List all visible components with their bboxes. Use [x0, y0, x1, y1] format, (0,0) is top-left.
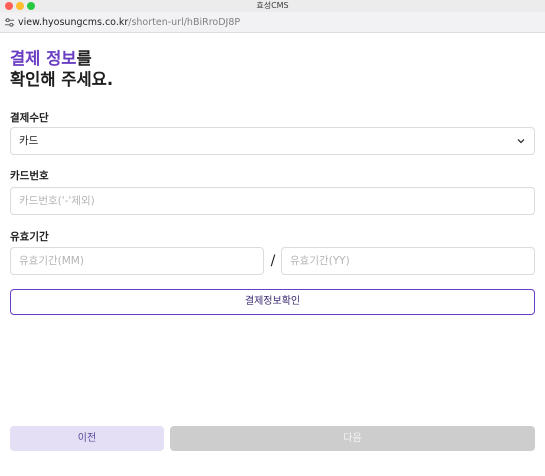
url-text[interactable]: view.hyosungcms.co.kr/shorten-url/hBiRro…: [18, 12, 240, 33]
payment-method-value: 카드: [19, 135, 39, 147]
page-title-accent: 결제 정보: [10, 49, 77, 68]
card-number-input[interactable]: [10, 187, 535, 215]
url-path: /shorten-url/hBiRroDJ8P: [128, 17, 241, 28]
card-number-label: 카드번호: [10, 170, 49, 182]
page-title: 결제 정보를 확인해 주세요.: [10, 48, 113, 90]
expiry-month-input[interactable]: [10, 247, 264, 275]
window-title-bar: 효성CMS: [0, 0, 545, 12]
page-title-line1-rest: 를: [76, 49, 92, 68]
expiry-year-input[interactable]: [281, 247, 535, 275]
expiry-separator: /: [270, 253, 276, 269]
next-button[interactable]: 다음: [170, 426, 535, 451]
prev-button[interactable]: 이전: [10, 426, 164, 451]
confirm-payment-info-button[interactable]: 결제정보확인: [10, 289, 535, 315]
url-domain: view.hyosungcms.co.kr: [18, 17, 129, 28]
window-title: 효성CMS: [256, 1, 289, 10]
payment-method-label: 결제수단: [10, 112, 49, 124]
address-bar[interactable]: view.hyosungcms.co.kr/shorten-url/hBiRro…: [0, 12, 545, 33]
chevron-down-icon: [517, 139, 525, 144]
payment-method-select[interactable]: 카드: [10, 127, 535, 155]
expiry-label: 유효기간: [10, 231, 49, 243]
site-settings-icon[interactable]: [4, 17, 15, 28]
page-title-line2: 확인해 주세요.: [10, 70, 114, 89]
